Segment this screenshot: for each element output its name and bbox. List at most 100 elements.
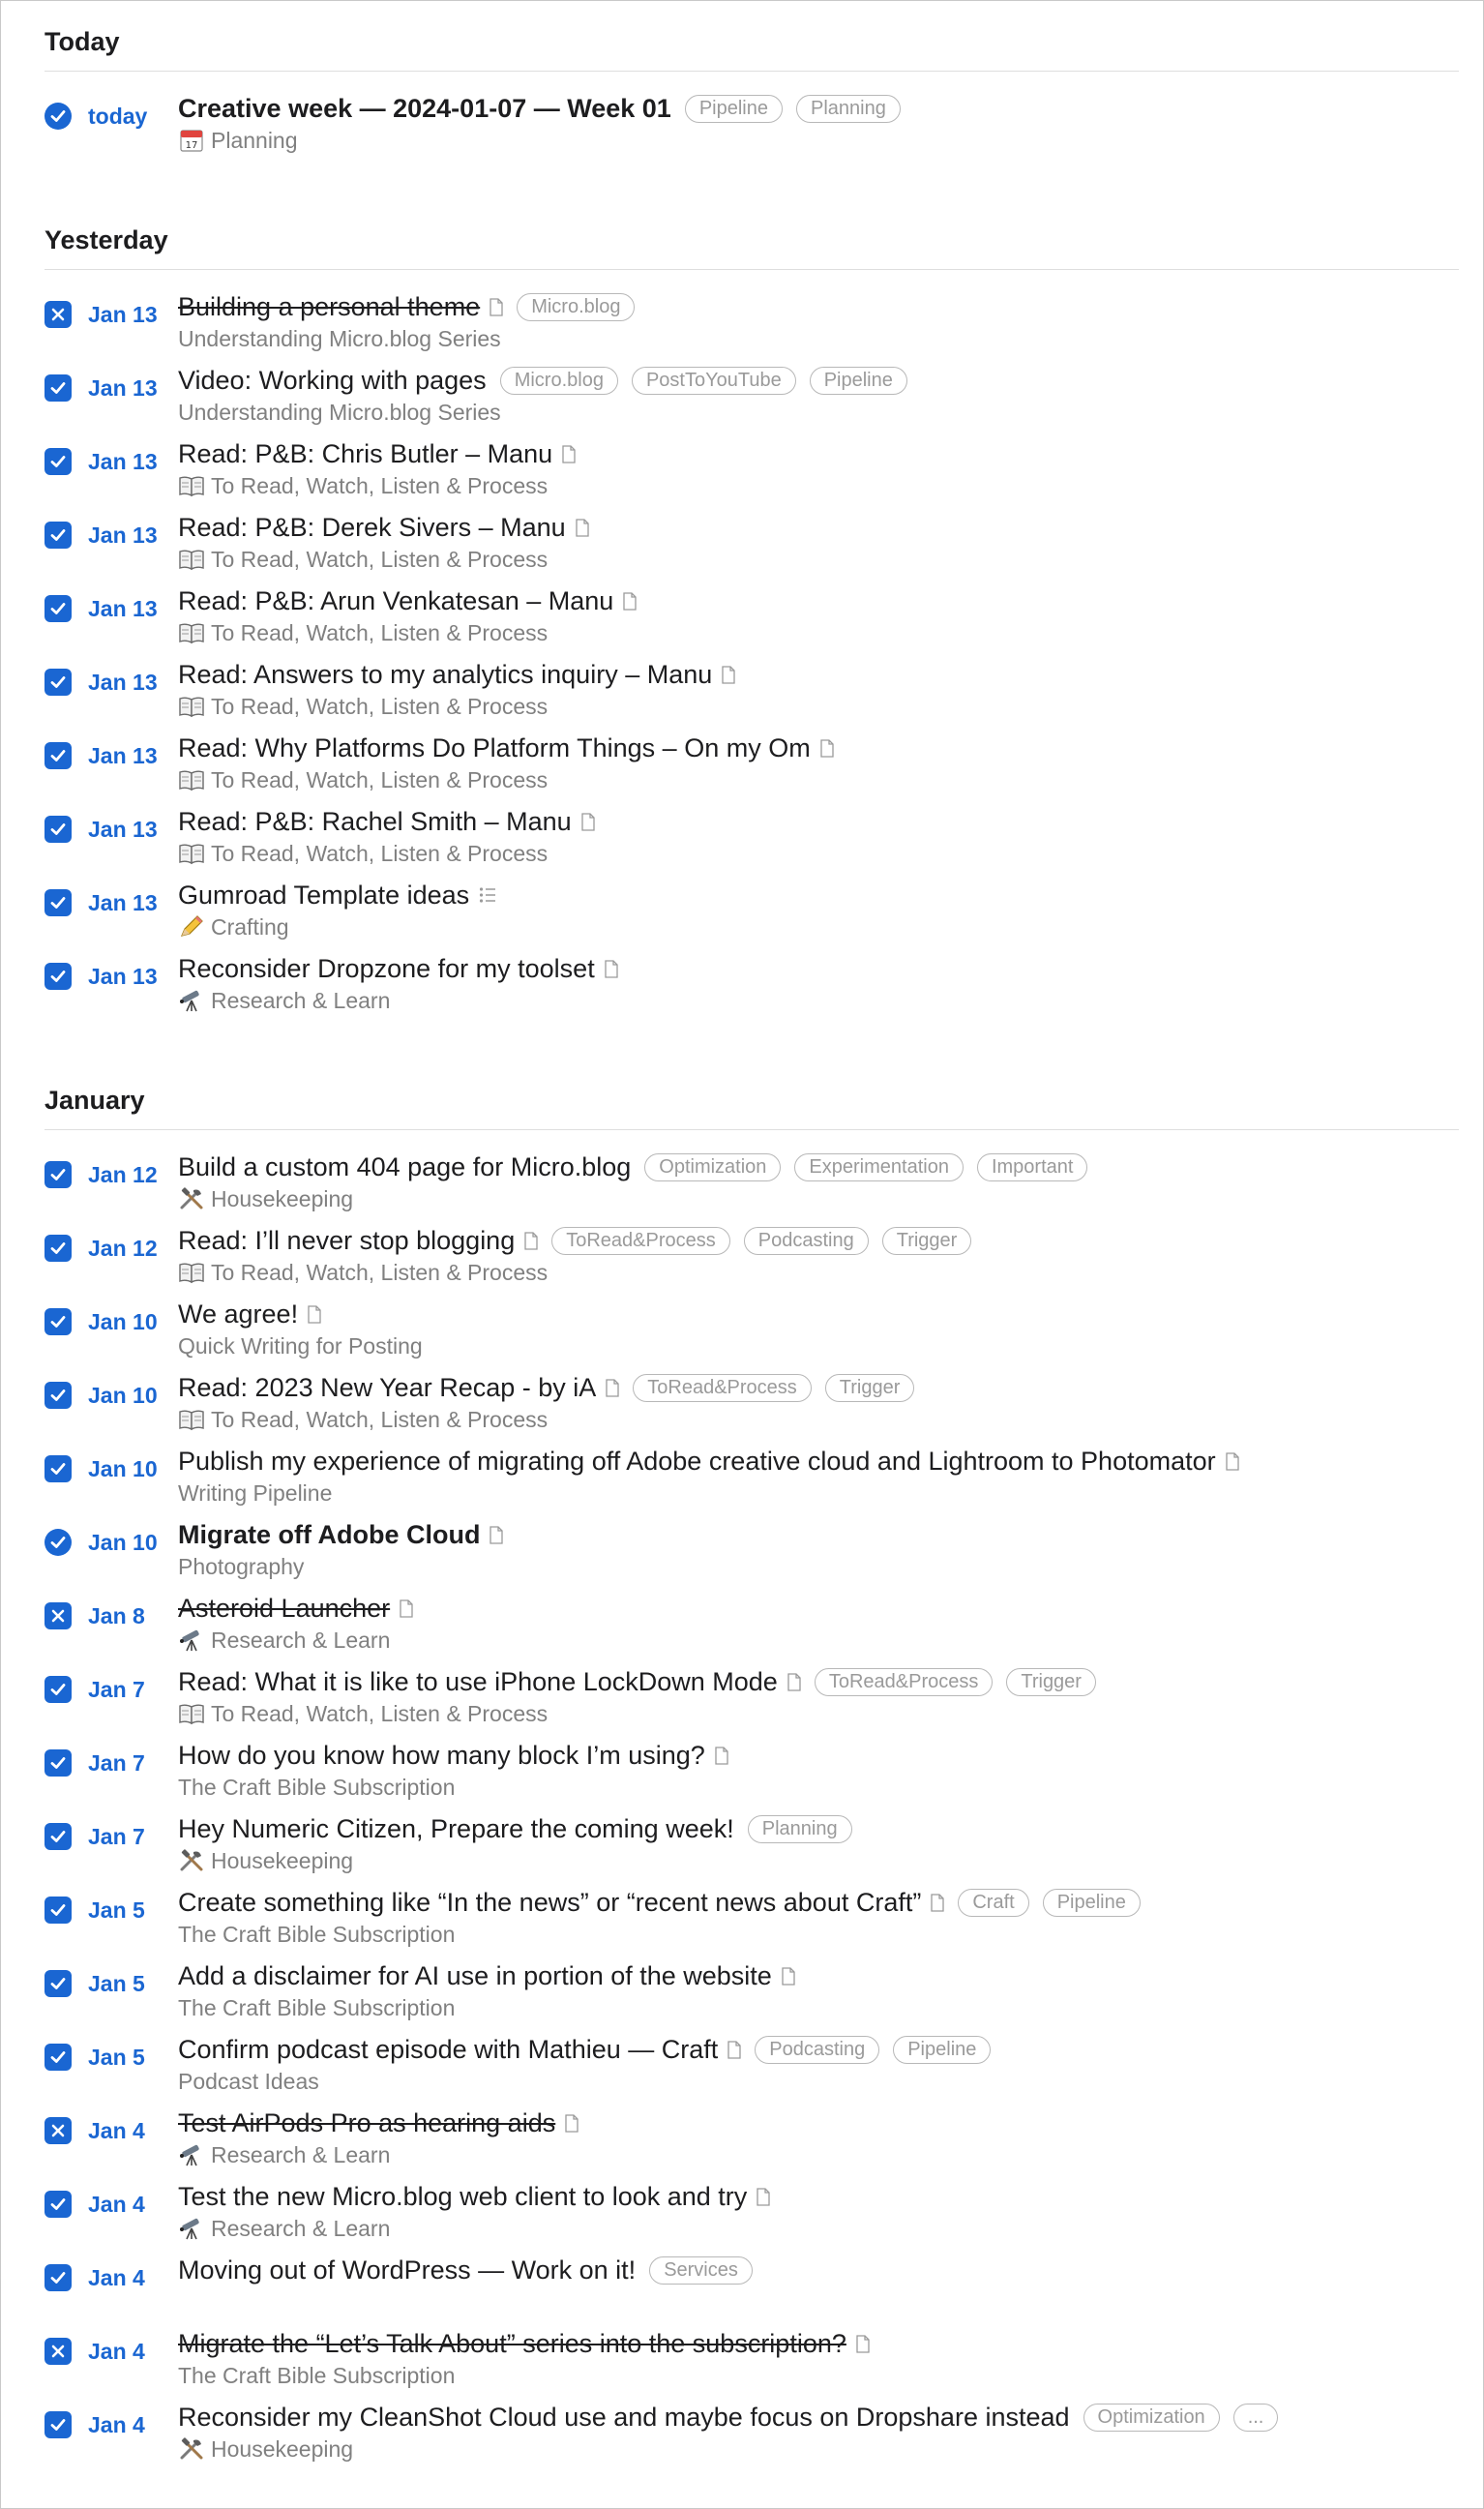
- tag-pill[interactable]: Optimization: [1083, 2403, 1220, 2432]
- tag-pill[interactable]: Trigger: [881, 1226, 972, 1255]
- tag-pill[interactable]: Important: [976, 1152, 1088, 1181]
- task-row[interactable]: Jan 4 Reconsider my CleanShot Cloud use a…: [45, 2400, 1459, 2473]
- task-row[interactable]: Jan 4 Migrate the “Let’s Talk About” seri…: [45, 2326, 1459, 2400]
- task-row[interactable]: Jan 13 Video: Working with pages Micro.blo…: [45, 363, 1459, 436]
- task-title[interactable]: Build a custom 404 page for Micro.blog: [178, 1152, 631, 1182]
- completed-checkbox[interactable]: [45, 963, 72, 990]
- completed-checkbox[interactable]: [45, 889, 72, 916]
- completed-checkbox[interactable]: [45, 2044, 72, 2071]
- cancelled-checkbox[interactable]: [45, 2338, 72, 2365]
- task-title[interactable]: Read: I’ll never stop blogging: [178, 1226, 515, 1256]
- completed-checkbox[interactable]: [45, 1676, 72, 1703]
- task-row[interactable]: Jan 10 We agree! Quick Writing for Posting: [45, 1297, 1459, 1370]
- task-title[interactable]: We agree!: [178, 1299, 298, 1329]
- task-row[interactable]: Jan 5 Add a disclaimer for AI use in port…: [45, 1958, 1459, 2032]
- task-date[interactable]: Jan 13: [88, 817, 158, 843]
- task-row[interactable]: Jan 12 Read: I’ll never stop blogging ToRe…: [45, 1223, 1459, 1297]
- tag-pill[interactable]: Planning: [795, 94, 901, 123]
- task-row[interactable]: Jan 10 Read: 2023 New Year Recap - by iA T…: [45, 1370, 1459, 1444]
- task-title[interactable]: Read: P&B: Arun Venkatesan – Manu: [178, 586, 613, 616]
- cancelled-checkbox[interactable]: [45, 2117, 72, 2144]
- task-date[interactable]: Jan 5: [88, 1971, 145, 1997]
- task-row[interactable]: Jan 5 Confirm podcast episode with Mathie…: [45, 2032, 1459, 2106]
- task-row[interactable]: Jan 13 Read: P&B: Chris Butler – Manu To R…: [45, 436, 1459, 510]
- tag-pill[interactable]: Services: [649, 2255, 753, 2285]
- task-date[interactable]: Jan 13: [88, 964, 158, 990]
- task-title[interactable]: Reconsider my CleanShot Cloud use and ma…: [178, 2403, 1070, 2433]
- completed-checkbox[interactable]: [45, 1529, 72, 1556]
- completed-checkbox[interactable]: [45, 374, 72, 402]
- task-date[interactable]: today: [88, 104, 147, 130]
- task-title[interactable]: Read: P&B: Rachel Smith – Manu: [178, 807, 572, 837]
- task-row[interactable]: Jan 13 Read: P&B: Rachel Smith – Manu To R…: [45, 804, 1459, 878]
- tag-pill[interactable]: Trigger: [824, 1373, 915, 1402]
- task-date[interactable]: Jan 7: [88, 1824, 145, 1850]
- completed-checkbox[interactable]: [45, 1235, 72, 1262]
- tag-pill[interactable]: Pipeline: [809, 366, 907, 395]
- completed-checkbox[interactable]: [45, 1308, 72, 1335]
- task-title[interactable]: Create something like “In the news” or “…: [178, 1888, 921, 1918]
- tag-pill[interactable]: ToRead&Process: [633, 1373, 812, 1402]
- task-title[interactable]: Migrate off Adobe Cloud: [178, 1520, 480, 1550]
- task-title[interactable]: Video: Working with pages: [178, 366, 487, 396]
- task-row[interactable]: Jan 5 Create something like “In the news”…: [45, 1885, 1459, 1958]
- task-title[interactable]: Read: 2023 New Year Recap - by iA: [178, 1373, 596, 1403]
- task-date[interactable]: Jan 12: [88, 1236, 158, 1262]
- completed-checkbox[interactable]: [45, 1455, 72, 1482]
- task-row[interactable]: Jan 12 Build a custom 404 page for Micro.…: [45, 1150, 1459, 1223]
- completed-checkbox[interactable]: [45, 2264, 72, 2291]
- task-title[interactable]: Read: P&B: Chris Butler – Manu: [178, 439, 552, 469]
- task-title[interactable]: Read: Answers to my analytics inquiry – …: [178, 660, 712, 690]
- task-row[interactable]: Jan 13 Reconsider Dropzone for my toolset…: [45, 951, 1459, 1025]
- completed-checkbox[interactable]: [45, 1161, 72, 1188]
- task-date[interactable]: Jan 13: [88, 743, 158, 769]
- tag-pill[interactable]: Podcasting: [755, 2035, 880, 2064]
- task-title[interactable]: Reconsider Dropzone for my toolset: [178, 954, 595, 984]
- task-date[interactable]: Jan 13: [88, 302, 158, 328]
- tag-pill[interactable]: Pipeline: [893, 2035, 992, 2064]
- task-title[interactable]: Add a disclaimer for AI use in portion o…: [178, 1961, 772, 1991]
- task-row[interactable]: Jan 13 Building a personal theme Micro.blo…: [45, 289, 1459, 363]
- cancelled-checkbox[interactable]: [45, 1602, 72, 1629]
- task-date[interactable]: Jan 12: [88, 1162, 158, 1188]
- task-date[interactable]: Jan 13: [88, 596, 158, 622]
- tag-pill[interactable]: ...: [1232, 2403, 1279, 2432]
- task-date[interactable]: Jan 8: [88, 1603, 145, 1629]
- task-row[interactable]: Jan 8 Asteroid Launcher Research & Learn: [45, 1591, 1459, 1664]
- task-title[interactable]: Migrate the “Let’s Talk About” series in…: [178, 2329, 846, 2359]
- task-date[interactable]: Jan 4: [88, 2265, 145, 2291]
- cancelled-checkbox[interactable]: [45, 301, 72, 328]
- completed-checkbox[interactable]: [45, 595, 72, 622]
- task-date[interactable]: Jan 4: [88, 2412, 145, 2438]
- task-date[interactable]: Jan 13: [88, 375, 158, 402]
- tag-pill[interactable]: Pipeline: [684, 94, 783, 123]
- task-title[interactable]: Test AirPods Pro as hearing aids: [178, 2108, 555, 2138]
- tag-pill[interactable]: Experimentation: [794, 1152, 964, 1181]
- task-row[interactable]: Jan 4 Test the new Micro.blog web client …: [45, 2179, 1459, 2253]
- task-title[interactable]: Read: Why Platforms Do Platform Things –…: [178, 733, 811, 763]
- task-date[interactable]: Jan 13: [88, 670, 158, 696]
- tag-pill[interactable]: Planning: [747, 1814, 852, 1843]
- task-title[interactable]: Read: P&B: Derek Sivers – Manu: [178, 513, 566, 543]
- task-date[interactable]: Jan 5: [88, 1897, 145, 1924]
- task-date[interactable]: Jan 7: [88, 1750, 145, 1777]
- task-title[interactable]: Asteroid Launcher: [178, 1594, 390, 1624]
- completed-checkbox[interactable]: [45, 669, 72, 696]
- task-row[interactable]: Jan 7 Read: What it is like to use iPhone…: [45, 1664, 1459, 1738]
- task-title[interactable]: How do you know how many block I’m using…: [178, 1741, 705, 1771]
- completed-checkbox[interactable]: [45, 1823, 72, 1850]
- task-title[interactable]: Read: What it is like to use iPhone Lock…: [178, 1667, 778, 1697]
- completed-checkbox[interactable]: [45, 1382, 72, 1409]
- task-row[interactable]: Jan 7 How do you know how many block I’m …: [45, 1738, 1459, 1811]
- tag-pill[interactable]: Trigger: [1006, 1667, 1096, 1696]
- tag-pill[interactable]: PostToYouTube: [631, 366, 796, 395]
- task-date[interactable]: Jan 4: [88, 2118, 145, 2144]
- task-row[interactable]: Jan 13 Read: P&B: Derek Sivers – Manu To R…: [45, 510, 1459, 583]
- completed-checkbox[interactable]: [45, 1897, 72, 1924]
- task-title[interactable]: Confirm podcast episode with Mathieu — C…: [178, 2035, 718, 2065]
- completed-checkbox[interactable]: [45, 103, 72, 130]
- task-row[interactable]: Jan 13 Gumroad Template ideas Crafting: [45, 878, 1459, 951]
- completed-checkbox[interactable]: [45, 1749, 72, 1777]
- task-date[interactable]: Jan 13: [88, 890, 158, 916]
- task-row[interactable]: Jan 10 Publish my experience of migrating…: [45, 1444, 1459, 1517]
